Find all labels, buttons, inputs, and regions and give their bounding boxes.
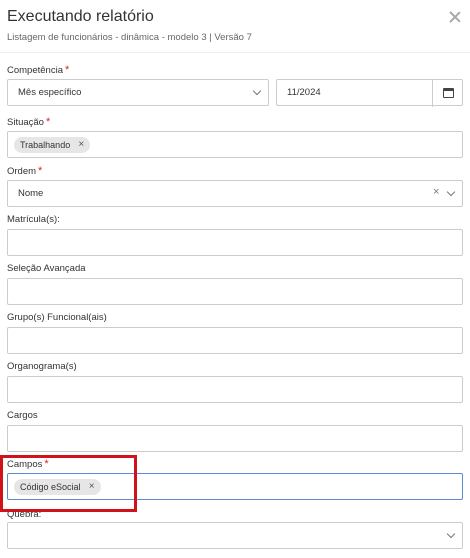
organograma-label: Organograma(s) xyxy=(7,361,77,372)
chip-label: Trabalhando xyxy=(20,140,71,150)
calendar-button[interactable] xyxy=(432,80,463,107)
matricula-input[interactable] xyxy=(7,229,463,256)
highlight-box xyxy=(0,455,137,512)
ordem-label-text: Ordem xyxy=(7,166,37,177)
situacao-chip: Trabalhando × xyxy=(14,137,91,153)
required-marker: * xyxy=(38,165,43,177)
selecao-avancada-input[interactable] xyxy=(7,278,463,305)
quebra-select[interactable] xyxy=(7,522,463,549)
competencia-select[interactable]: Mês específico xyxy=(7,79,269,106)
grupo-funcional-label: Grupo(s) Funcional(ais) xyxy=(7,312,107,323)
required-marker: * xyxy=(64,64,70,76)
dialog-header: Executando relatório Listagem de funcion… xyxy=(0,0,470,53)
organograma-input[interactable] xyxy=(7,376,463,403)
calendar-icon xyxy=(443,88,454,98)
ordem-select[interactable]: Nome × xyxy=(7,180,463,207)
competencia-date-value: 11/2024 xyxy=(287,87,321,98)
situacao-label-text: Situação xyxy=(7,117,44,128)
selecao-avancada-label: Seleção Avançada xyxy=(7,263,86,274)
competencia-label-text: Competência xyxy=(7,65,63,76)
cargos-input[interactable] xyxy=(7,425,463,452)
grupo-funcional-input[interactable] xyxy=(7,327,463,354)
chevron-down-icon xyxy=(446,187,456,197)
ordem-select-value: Nome xyxy=(18,188,44,199)
matricula-label: Matrícula(s): xyxy=(7,214,60,225)
chevron-down-icon xyxy=(446,529,456,539)
situacao-label: Situação * xyxy=(7,116,50,128)
clear-icon[interactable]: × xyxy=(433,186,439,198)
close-icon[interactable] xyxy=(448,10,462,24)
dialog-title: Executando relatório xyxy=(7,8,154,25)
cargos-label: Cargos xyxy=(7,410,38,421)
chip-remove-icon[interactable]: × xyxy=(78,137,84,153)
required-marker: * xyxy=(45,116,51,128)
competencia-date-input[interactable]: 11/2024 xyxy=(276,79,463,107)
competencia-label: Competência * xyxy=(7,64,69,76)
competencia-select-value: Mês específico xyxy=(18,87,82,98)
required-marker xyxy=(48,554,58,558)
chevron-down-icon xyxy=(252,86,262,96)
situacao-multiselect[interactable]: Trabalhando × xyxy=(7,131,463,158)
dialog-subtitle: Listagem de funcionários - dinâmica - mo… xyxy=(7,32,252,43)
ordem-label: Ordem * xyxy=(7,165,42,177)
